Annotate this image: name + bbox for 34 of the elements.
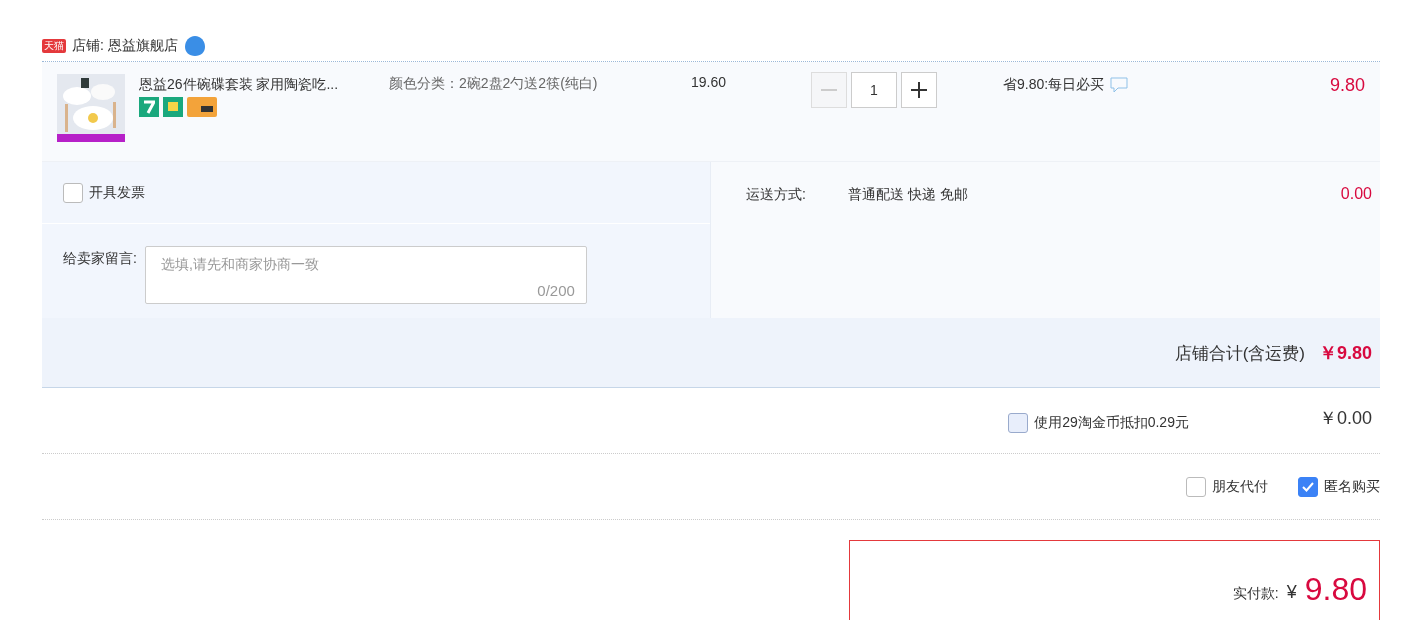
invoice-label[interactable]: 开具发票 (89, 182, 145, 203)
check-icon (1302, 481, 1314, 492)
chat-icon[interactable] (1110, 76, 1129, 93)
checkbox[interactable] (63, 182, 83, 203)
checkbox[interactable] (1186, 476, 1206, 497)
payment-amount: 9.80 (1304, 570, 1367, 609)
item-title[interactable]: 恩益26件碗碟套装 家用陶瓷吃... (139, 74, 389, 95)
option-label[interactable]: 匿名购买 (1324, 476, 1380, 497)
plus-button[interactable] (901, 72, 937, 108)
shipping-label: 运送方式: (746, 185, 807, 204)
item-subtotal: 9.80 (1329, 74, 1365, 97)
quantity-field[interactable]: 1 (851, 72, 897, 108)
item-price: 19.60 (691, 73, 728, 92)
plus-icon (911, 82, 927, 98)
shipping-fee: 0.00 (1340, 184, 1372, 204)
minus-icon (821, 89, 837, 91)
seven-day-return-icon (139, 97, 159, 117)
checkbox[interactable] (1298, 476, 1318, 497)
currency-sign: ¥ (1286, 581, 1297, 604)
option-label[interactable]: 朋友代付 (1212, 476, 1268, 497)
shipping-method: 普通配送 快递 免邮 (848, 185, 968, 204)
store-total-amount: ￥9.80 (1318, 342, 1372, 365)
coins-label[interactable]: 使用29淘金币抵扣0.29元 (1034, 412, 1189, 433)
checkbox[interactable] (1008, 412, 1029, 433)
card-icon (187, 97, 217, 117)
store-badge: 天猫 (42, 38, 66, 53)
store-name[interactable]: 店铺: 恩益旗舰店 (72, 35, 178, 56)
coins-amount: ￥0.00 (1318, 407, 1372, 430)
store-total-label: 店铺合计(含运费) (1174, 342, 1305, 365)
item-sku: 颜色分类：2碗2盘2勺送2筷(纯白) (389, 74, 599, 93)
message-label: 给卖家留言: (63, 249, 137, 268)
char-counter: 0/200 (537, 280, 575, 301)
promo-text: 省9.80:每日必买 (1003, 75, 1105, 94)
payment-label: 实付款: (1232, 584, 1279, 603)
